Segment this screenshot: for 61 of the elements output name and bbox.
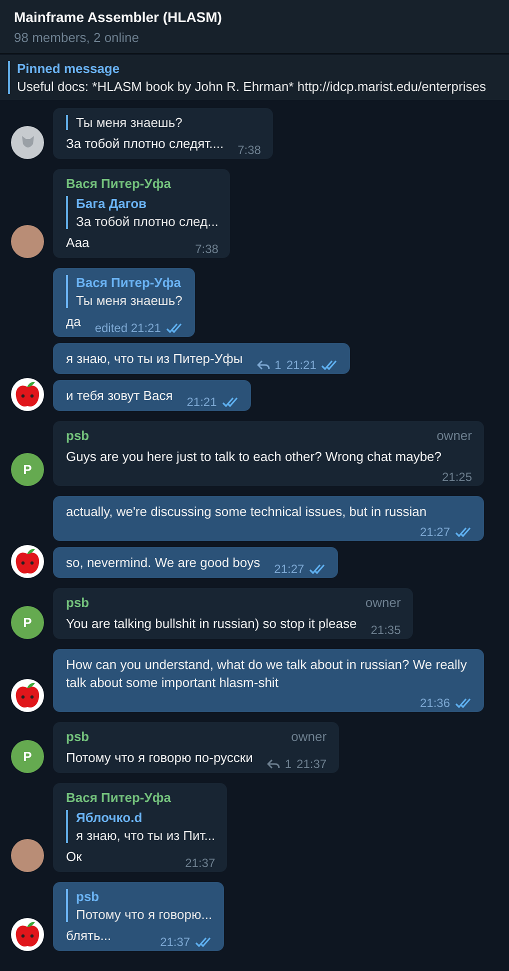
message-text: You are talking bullshit in russian) so stop it please [66, 615, 357, 633]
sender-name[interactable]: psb [66, 428, 90, 443]
photo-placeholder [11, 839, 44, 872]
reply-count[interactable]: 1 [284, 757, 292, 771]
sender-name[interactable]: Вася Питер-Уфа [66, 790, 171, 805]
reply-icon [266, 759, 280, 769]
quoted-text[interactable]: Ты меня знаешь? [76, 115, 261, 130]
message-text: и тебя зовут Вася [66, 387, 173, 405]
user-avatar: P [11, 740, 44, 773]
message-time: 21:27 [420, 525, 450, 539]
user-avatar: P [11, 453, 44, 486]
message-time: edited 21:21 [94, 321, 161, 335]
message-text: Потому что я говорю по-русски [66, 749, 253, 767]
message-text: Guys are you here just to talk to each other? Wrong chat maybe? [66, 448, 442, 466]
message-time: 7:38 [195, 242, 218, 256]
user-avatar: P [11, 606, 44, 639]
photo-placeholder [11, 225, 44, 258]
pinned-label: Pinned message [17, 61, 121, 76]
quoted-text[interactable]: За тобой плотно след... [76, 214, 218, 229]
apple-avatar-icon [11, 545, 44, 578]
sender-name[interactable]: Вася Питер-Уфа [66, 176, 171, 191]
sender-name[interactable]: psb [66, 595, 90, 610]
pinned-text: Useful docs: *HLASM book by John R. Ehrman* http://idcp.marist.edu/enterprises [17, 79, 486, 94]
message-time: 21:27 [274, 562, 304, 576]
message-text: How can you understand, what do we talk about in russian? We really talk about some important hlasm-shit [66, 656, 468, 692]
message-time: 21:36 [420, 696, 450, 710]
message-text: блять... [66, 927, 112, 945]
quoted-sender: Вася Питер-Уфа [76, 275, 182, 290]
message-text: я знаю, что ты из Питер-Уфы [66, 350, 243, 368]
role-label: owner [291, 729, 327, 744]
quoted-text[interactable]: Потому что я говорю... [76, 907, 212, 922]
quoted-sender: Бага Дагов [76, 196, 148, 211]
message-time: 21:21 [286, 358, 316, 372]
role-label: owner [436, 428, 472, 443]
message-time: 21:37 [296, 757, 327, 771]
apple-avatar-icon [11, 378, 44, 411]
message-text: да [66, 313, 81, 331]
role-label: owner [365, 595, 401, 610]
pinned-message-bar[interactable]: Pinned message Useful docs: *HLASM book by John R. Ehrman* http://idcp.marist.edu/enterprises [0, 55, 509, 100]
animal-silhouette-icon [20, 134, 34, 150]
quoted-sender: Яблочко.d [76, 810, 144, 825]
sender-name[interactable]: psb [66, 729, 90, 744]
message-text: actually, we're discussing some technical issues, but in russian [66, 503, 427, 521]
reply-icon [256, 360, 270, 370]
message-time: 21:21 [186, 395, 217, 409]
message-time: 21:35 [370, 623, 401, 637]
message-time: 7:38 [238, 143, 261, 157]
message-text: За тобой плотно следят.... [66, 135, 224, 153]
message-time: 21:25 [442, 470, 472, 484]
quoted-text[interactable]: я знаю, что ты из Пит... [76, 828, 216, 843]
message-time: 21:37 [185, 856, 216, 870]
quoted-text[interactable]: Ты меня знаешь? [76, 293, 183, 308]
chat-title: Mainframe Assembler (HLASM) [14, 9, 223, 25]
message-text: Ок [66, 848, 82, 866]
message-text: so, nevermind. We are good boys [66, 554, 260, 572]
apple-avatar-icon [11, 679, 44, 712]
quoted-sender: psb [76, 889, 100, 904]
message-time: 21:37 [160, 935, 190, 949]
message-text: Ааа [66, 234, 90, 252]
apple-avatar-icon [11, 918, 44, 951]
member-count: 98 members, 2 online [14, 30, 140, 45]
